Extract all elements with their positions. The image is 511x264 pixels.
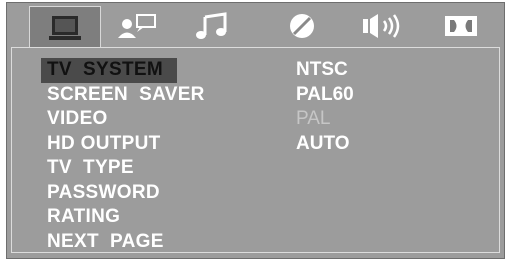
settings-menu-list: TV SYSTEM SCREEN SAVER VIDEO HD OUTPUT TV TY…: [41, 58, 301, 254]
monitor-icon: [45, 13, 85, 43]
menu-item-next-page[interactable]: NEXT PAGE: [41, 230, 301, 255]
tab-audio-setup[interactable]: [175, 6, 247, 46]
tab-video-setup[interactable]: [266, 6, 338, 46]
person-speech-icon: [113, 11, 161, 41]
menu-item-hd-output[interactable]: HD OUTPUT: [41, 132, 301, 157]
menu-item-rating[interactable]: RATING: [41, 205, 301, 230]
tab-general-setup[interactable]: [29, 6, 101, 48]
dial-icon: [284, 11, 320, 41]
speaker-icon: [359, 11, 407, 41]
menu-item-screen-saver[interactable]: SCREEN SAVER: [41, 83, 301, 108]
option-ntsc[interactable]: NTSC: [296, 58, 416, 83]
option-pal[interactable]: PAL: [296, 107, 416, 132]
menu-item-password[interactable]: PASSWORD: [41, 181, 301, 206]
menu-item-video[interactable]: VIDEO: [41, 107, 301, 132]
menu-item-tv-system[interactable]: TV SYSTEM: [41, 58, 177, 83]
tab-dolby-setup[interactable]: [425, 6, 497, 46]
tab-bar: [7, 3, 504, 48]
options-list: NTSC PAL60 PAL AUTO: [296, 58, 416, 156]
menu-item-tv-type[interactable]: TV TYPE: [41, 156, 301, 181]
tab-language-setup[interactable]: [101, 6, 173, 46]
option-pal60[interactable]: PAL60: [296, 83, 416, 108]
option-auto[interactable]: AUTO: [296, 132, 416, 157]
tab-speaker-setup[interactable]: [347, 6, 419, 46]
dolby-icon: [439, 11, 483, 41]
music-note-icon: [191, 11, 231, 41]
